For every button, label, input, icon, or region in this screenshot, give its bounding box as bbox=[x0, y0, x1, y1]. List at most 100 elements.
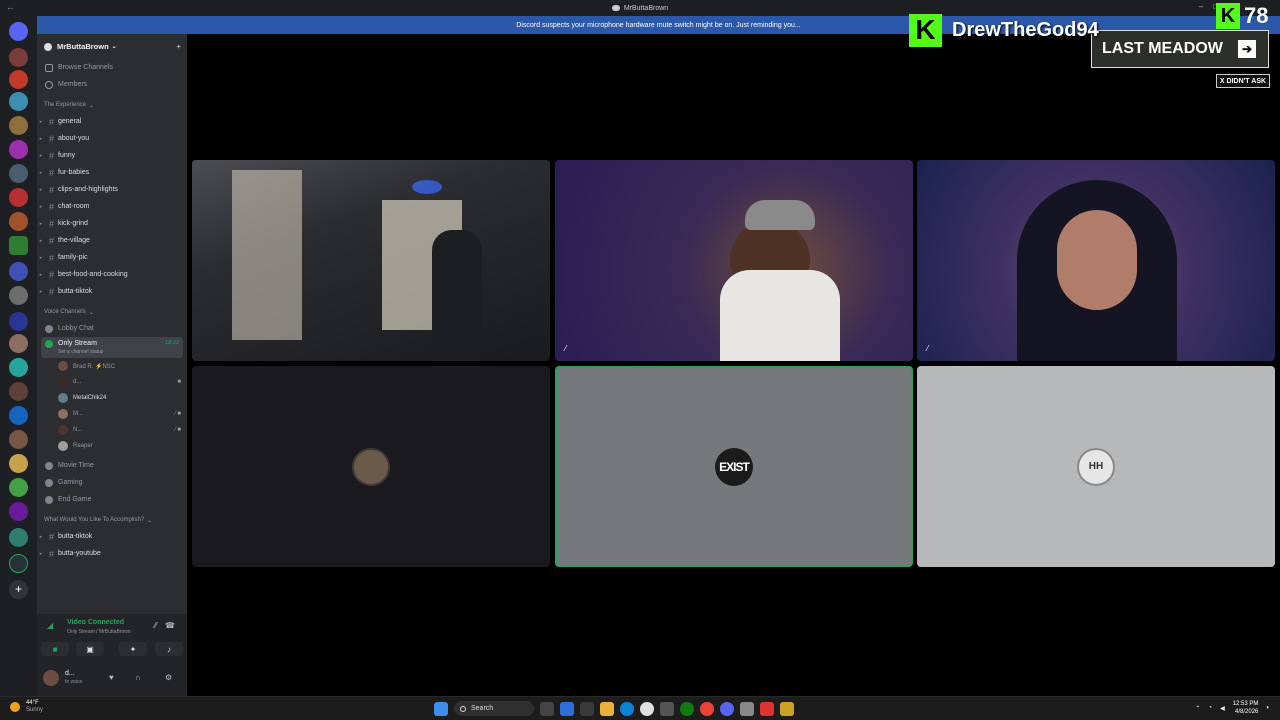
server-icon[interactable] bbox=[9, 454, 28, 473]
server-icon[interactable] bbox=[9, 116, 28, 135]
settings-icon[interactable] bbox=[660, 701, 674, 716]
server-icon[interactable] bbox=[9, 286, 28, 305]
voice-member[interactable]: MetalChik24 bbox=[37, 390, 187, 406]
video-tile[interactable] bbox=[192, 366, 550, 567]
voice-member[interactable]: N... ⁄ ■ bbox=[37, 422, 187, 438]
category-the-experience[interactable]: The Experience ⌄ bbox=[37, 97, 187, 113]
channel-item[interactable]: ▸ # butta-youtube bbox=[37, 545, 187, 562]
voice-channel-gaming[interactable]: Gaming bbox=[37, 474, 187, 491]
video-tile[interactable]: ⁄ bbox=[917, 160, 1275, 361]
channel-label: the-village bbox=[58, 237, 90, 244]
headphones-icon[interactable]: ∩ bbox=[135, 673, 141, 682]
category-accomplish[interactable]: What Would You Like To Accomplish? ⌄ bbox=[37, 512, 187, 528]
avatar[interactable] bbox=[43, 670, 59, 686]
channel-item[interactable]: ▸ # butta-tiktok bbox=[37, 283, 187, 300]
server-header[interactable]: MrButtaBrown ⌄ ⁺ bbox=[37, 34, 187, 59]
avatar: HH bbox=[1077, 447, 1115, 486]
channel-item[interactable]: ▸ # butta-tiktok bbox=[37, 528, 187, 545]
disconnect-icon[interactable]: ☎ bbox=[165, 621, 175, 630]
voice-channel-only-stream[interactable]: Only Stream 18:22 Set a channel status bbox=[41, 337, 183, 358]
server-icon[interactable] bbox=[9, 92, 28, 111]
channel-item[interactable]: ▸ # funny bbox=[37, 147, 187, 164]
server-icon[interactable] bbox=[9, 70, 28, 89]
server-icon[interactable] bbox=[9, 236, 28, 255]
activities-button[interactable]: ✦ bbox=[119, 642, 147, 656]
video-tile-speaking[interactable]: EXIST bbox=[555, 366, 913, 567]
arrow-icon: ▸ bbox=[39, 169, 43, 176]
server-icon[interactable] bbox=[9, 528, 28, 547]
app-icon[interactable] bbox=[780, 701, 794, 716]
widgets-icon[interactable] bbox=[580, 701, 594, 716]
clock[interactable]: 12:53 PM 4/8/2026 bbox=[1233, 700, 1259, 716]
invite-user-icon[interactable]: ⁺ bbox=[176, 43, 181, 54]
server-icon[interactable] bbox=[9, 554, 28, 573]
app-icon[interactable] bbox=[760, 701, 774, 716]
noise-suppression-icon[interactable]: ⁄⁄ bbox=[154, 621, 157, 630]
channel-item[interactable]: ▸ # general bbox=[37, 113, 187, 130]
task-view-icon[interactable] bbox=[540, 701, 554, 716]
server-icon[interactable] bbox=[9, 140, 28, 159]
chevron-up-icon[interactable]: ⌃ bbox=[1195, 705, 1200, 712]
soundboard-button[interactable]: ♪ bbox=[155, 642, 183, 656]
network-icon[interactable]: ◔ bbox=[1208, 705, 1212, 711]
voice-channel-lobby[interactable]: Lobby Chat bbox=[37, 320, 187, 337]
notification-icon[interactable]: ◐ bbox=[1266, 705, 1270, 711]
add-server-icon[interactable]: + bbox=[9, 580, 28, 599]
voice-member[interactable]: M... ⁄ ■ bbox=[37, 406, 187, 422]
category-label: The Experience bbox=[44, 102, 87, 108]
app-icon[interactable] bbox=[740, 701, 754, 716]
video-tile[interactable]: HH bbox=[917, 366, 1275, 567]
app-icon[interactable] bbox=[640, 701, 654, 716]
edge-icon[interactable] bbox=[620, 701, 634, 716]
members-link[interactable]: Members bbox=[37, 76, 187, 93]
windows-start-icon[interactable] bbox=[434, 701, 448, 716]
channel-item[interactable]: ▸ # clips-and-highlights bbox=[37, 181, 187, 198]
server-icon[interactable] bbox=[9, 358, 28, 377]
browse-channels-link[interactable]: Browse Channels bbox=[37, 59, 187, 76]
server-icon[interactable] bbox=[9, 164, 28, 183]
category-voice-channels[interactable]: Voice Channels ⌄ bbox=[37, 304, 187, 320]
server-icon[interactable] bbox=[9, 212, 28, 231]
voice-channel-end-game[interactable]: End Game bbox=[37, 491, 187, 508]
server-icon[interactable] bbox=[9, 188, 28, 207]
video-tile[interactable]: ⁄ bbox=[555, 160, 913, 361]
chrome-icon[interactable] bbox=[700, 701, 714, 716]
channel-item[interactable]: ▸ # the-village bbox=[37, 232, 187, 249]
video-tile[interactable] bbox=[192, 160, 550, 361]
voice-channel-movie[interactable]: Movie Time bbox=[37, 457, 187, 474]
back-arrow-icon[interactable]: ← bbox=[6, 2, 15, 12]
weather-widget[interactable]: 44°F Sunny bbox=[10, 700, 43, 714]
server-icon[interactable] bbox=[9, 502, 28, 521]
file-explorer-icon[interactable] bbox=[600, 701, 614, 716]
discord-icon[interactable] bbox=[720, 701, 734, 716]
minimize-icon[interactable]: – bbox=[1199, 2, 1203, 11]
server-icon[interactable] bbox=[9, 478, 28, 497]
server-icon[interactable] bbox=[9, 430, 28, 449]
server-icon[interactable] bbox=[9, 312, 28, 331]
server-icon[interactable] bbox=[9, 262, 28, 281]
copilot-icon[interactable] bbox=[560, 701, 574, 716]
screen-share-button[interactable]: ▣ bbox=[76, 642, 104, 656]
server-icon[interactable] bbox=[9, 406, 28, 425]
channel-item[interactable]: ▸ # kick-grind bbox=[37, 215, 187, 232]
channel-item[interactable]: ▸ # best-food-and-cooking bbox=[37, 266, 187, 283]
voice-member[interactable]: Reaper bbox=[37, 438, 187, 454]
home-icon[interactable] bbox=[9, 22, 28, 41]
server-icon[interactable] bbox=[9, 382, 28, 401]
volume-icon[interactable]: ◀ bbox=[1220, 705, 1225, 712]
xbox-icon[interactable] bbox=[680, 701, 694, 716]
channel-item[interactable]: ▸ # fur-babies bbox=[37, 164, 187, 181]
microphone-icon[interactable]: ♥ bbox=[109, 673, 114, 682]
channel-item[interactable]: ▸ # about-you bbox=[37, 130, 187, 147]
server-icon[interactable] bbox=[9, 334, 28, 353]
channel-status-input[interactable]: Set a channel status bbox=[58, 349, 103, 355]
channel-item[interactable]: ▸ # family-pic bbox=[37, 249, 187, 266]
voice-member[interactable]: d... ■ bbox=[37, 374, 187, 390]
camera-button[interactable]: ■ bbox=[41, 642, 69, 656]
voice-member[interactable]: Brad R. ⚡NSC bbox=[37, 358, 187, 374]
taskbar-search[interactable]: Search bbox=[454, 701, 534, 716]
gear-icon[interactable]: ⚙ bbox=[165, 673, 172, 682]
channel-item[interactable]: ▸ # chat-room bbox=[37, 198, 187, 215]
muted-video-icon: ⁄ ■ bbox=[174, 427, 181, 433]
server-icon[interactable] bbox=[9, 48, 28, 67]
